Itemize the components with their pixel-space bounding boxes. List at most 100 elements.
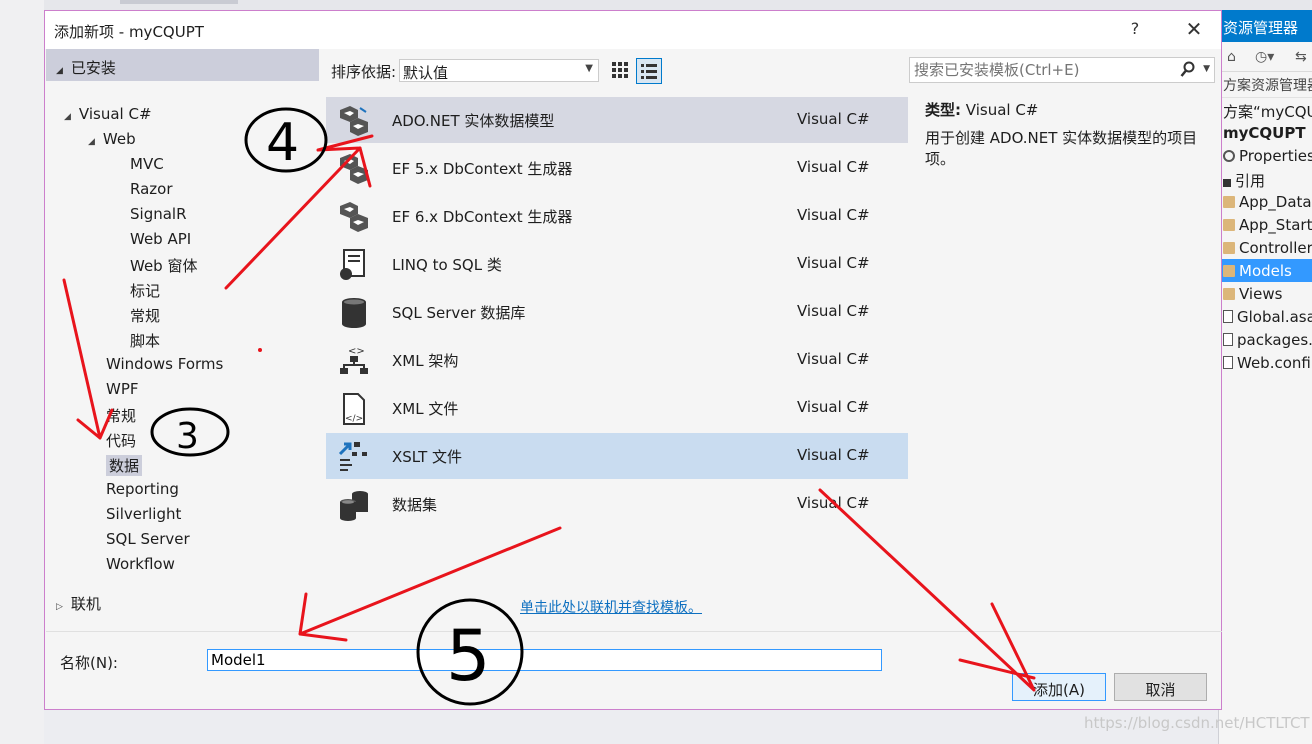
template-language: Visual C# <box>797 206 870 224</box>
folder-icon <box>1223 219 1235 231</box>
help-button[interactable]: ? <box>1122 19 1148 43</box>
template-name: ADO.NET 实体数据模型 <box>392 112 555 130</box>
type-label: 类型: <box>925 101 961 119</box>
tree-item[interactable]: ◢ Web <box>88 130 136 148</box>
dialog-title: 添加新项 - myCQUPT <box>54 23 204 41</box>
template-language: Visual C# <box>797 446 870 464</box>
tree-item[interactable]: SQL Server <box>106 530 190 548</box>
tree-item[interactable]: 脚本 <box>130 330 160 351</box>
tree-item-label: Web <box>102 130 136 148</box>
dialog-title-bar: 添加新项 - myCQUPT ? ✕ <box>45 11 1221 49</box>
cancel-button[interactable]: 取消 <box>1114 673 1207 701</box>
tree-item[interactable]: MVC <box>130 155 164 173</box>
solution-explorer-item-label: myCQUPT <box>1223 124 1306 142</box>
tree-item[interactable]: 标记 <box>130 280 160 301</box>
history-icon[interactable]: ◷▾ <box>1255 49 1274 65</box>
solution-explorer-item[interactable]: App_Start <box>1219 213 1312 236</box>
template-row[interactable]: </> XML 文件 Visual C# <box>326 385 908 431</box>
home-icon[interactable]: ⌂ <box>1227 49 1236 65</box>
solution-explorer-item[interactable]: Properties <box>1219 144 1312 167</box>
watermark: https://blog.csdn.net/HCTLTCT <box>1084 714 1310 732</box>
solution-explorer-item[interactable]: Global.asa <box>1219 305 1312 328</box>
template-row[interactable]: ADO.NET 实体数据模型 Visual C# <box>326 97 908 143</box>
tree-item[interactable]: 常规 <box>130 305 160 326</box>
sort-label: 排序依据: <box>331 63 397 81</box>
file-icon <box>1223 333 1233 346</box>
tree-item-label: 脚本 <box>130 332 161 350</box>
tree-item[interactable]: Workflow <box>106 555 175 573</box>
tree-item-label: Web 窗体 <box>130 257 198 275</box>
search-input[interactable] <box>910 58 1170 82</box>
tree-item-label: 联机 <box>70 595 101 613</box>
tree-item-label: 数据 <box>109 457 140 475</box>
list-view-icon[interactable] <box>636 58 662 84</box>
folder-icon <box>1223 288 1235 300</box>
name-input[interactable] <box>207 649 882 671</box>
tree-item[interactable]: Silverlight <box>106 505 181 523</box>
file-icon <box>1223 310 1233 323</box>
collapse-triangle-icon: ◢ <box>56 66 63 76</box>
name-label: 名称(N): <box>60 654 118 672</box>
tree-item[interactable]: Web API <box>130 230 191 248</box>
installed-header[interactable]: ◢ 已安装 <box>46 49 319 81</box>
template-name: XML 架构 <box>392 352 459 370</box>
type-value: Visual C# <box>965 101 1039 119</box>
tree-item-label: Silverlight <box>106 505 182 523</box>
solution-explorer-item[interactable]: Views <box>1219 282 1312 305</box>
template-row[interactable]: SQL Server 数据库 Visual C# <box>326 289 908 335</box>
tree-item[interactable]: 代码 <box>106 430 136 451</box>
template-row[interactable]: EF 5.x DbContext 生成器 Visual C# <box>326 145 908 191</box>
template-name: XML 文件 <box>392 400 459 418</box>
search-icon[interactable] <box>1180 61 1196 79</box>
template-row[interactable]: EF 6.x DbContext 生成器 Visual C# <box>326 193 908 239</box>
template-search-box[interactable]: ▼ <box>909 57 1215 83</box>
solution-explorer-item[interactable]: Web.confi <box>1219 351 1312 374</box>
solution-explorer-search[interactable]: 方案资源管理器 <box>1219 72 1312 98</box>
tree-item-label: 常规 <box>130 307 161 325</box>
svg-text:</>: </> <box>345 414 363 424</box>
template-row[interactable]: XSLT 文件 Visual C# <box>326 433 908 479</box>
tree-item-label: 标记 <box>130 282 161 300</box>
dbcontext-generator-icon <box>336 200 372 234</box>
solution-explorer-item-label: packages.c <box>1237 331 1312 349</box>
solution-explorer-item[interactable]: 引用 <box>1219 167 1312 190</box>
solution-explorer-item[interactable]: App_Data <box>1219 190 1312 213</box>
solution-explorer-item[interactable]: Models <box>1219 259 1312 282</box>
solution-explorer-item[interactable]: packages.c <box>1219 328 1312 351</box>
tree-item[interactable]: Reporting <box>106 480 179 498</box>
template-row[interactable]: <> XML 架构 Visual C# <box>326 337 908 383</box>
template-list-panel: 排序依据: 默认值 ▼ ADO.NET 实体数据模型 Visual C# EF … <box>326 49 908 631</box>
tree-item[interactable]: 常规 <box>106 405 136 426</box>
solution-explorer-item[interactable]: myCQUPT <box>1219 121 1312 144</box>
close-button[interactable]: ✕ <box>1180 17 1208 43</box>
collapse-triangle-icon: ◢ <box>64 112 71 122</box>
solution-explorer-item[interactable]: Controller <box>1219 236 1312 259</box>
tree-item[interactable]: WPF <box>106 380 139 398</box>
template-description: 类型: Visual C# 用于创建 ADO.NET 实体数据模型的项目项。 <box>925 99 1210 170</box>
find-templates-online-link[interactable]: 单击此处以联机并查找模板。 <box>520 597 702 617</box>
tree-item-label: Visual C# <box>78 105 152 123</box>
dialog-footer: 名称(N): 添加(A) 取消 <box>46 631 1222 710</box>
tree-item[interactable]: Razor <box>130 180 173 198</box>
sort-select[interactable]: 默认值 ▼ <box>399 59 599 82</box>
solution-explorer-item[interactable]: 方案“myCQU <box>1219 98 1312 121</box>
gear-icon <box>1223 150 1235 162</box>
tree-item[interactable]: Web 窗体 <box>130 255 197 276</box>
solution-explorer-item-label: App_Data <box>1239 193 1312 211</box>
svg-text:<>: <> <box>348 346 365 357</box>
tree-item[interactable]: ◢ Visual C# <box>64 105 152 123</box>
search-dropdown-icon[interactable]: ▼ <box>1203 64 1210 74</box>
tree-item[interactable]: 数据 <box>106 455 143 476</box>
tree-item[interactable]: SignalR <box>130 205 187 223</box>
sync-icon[interactable]: ⇆ <box>1295 49 1307 65</box>
add-button[interactable]: 添加(A) <box>1012 673 1106 701</box>
grid-view-icon[interactable] <box>608 58 632 82</box>
file-icon <box>1223 356 1233 369</box>
tree-item[interactable]: Windows Forms <box>106 355 223 373</box>
description-text: 用于创建 ADO.NET 实体数据模型的项目项。 <box>925 129 1198 168</box>
solution-explorer-item-label: Web.confi <box>1237 354 1311 372</box>
template-row[interactable]: LINQ to SQL 类 Visual C# <box>326 241 908 287</box>
installed-label: 已安装 <box>70 59 116 77</box>
template-row[interactable]: 数据集 Visual C# <box>326 481 908 527</box>
tree-item-online[interactable]: ▷ 联机 <box>56 593 101 614</box>
